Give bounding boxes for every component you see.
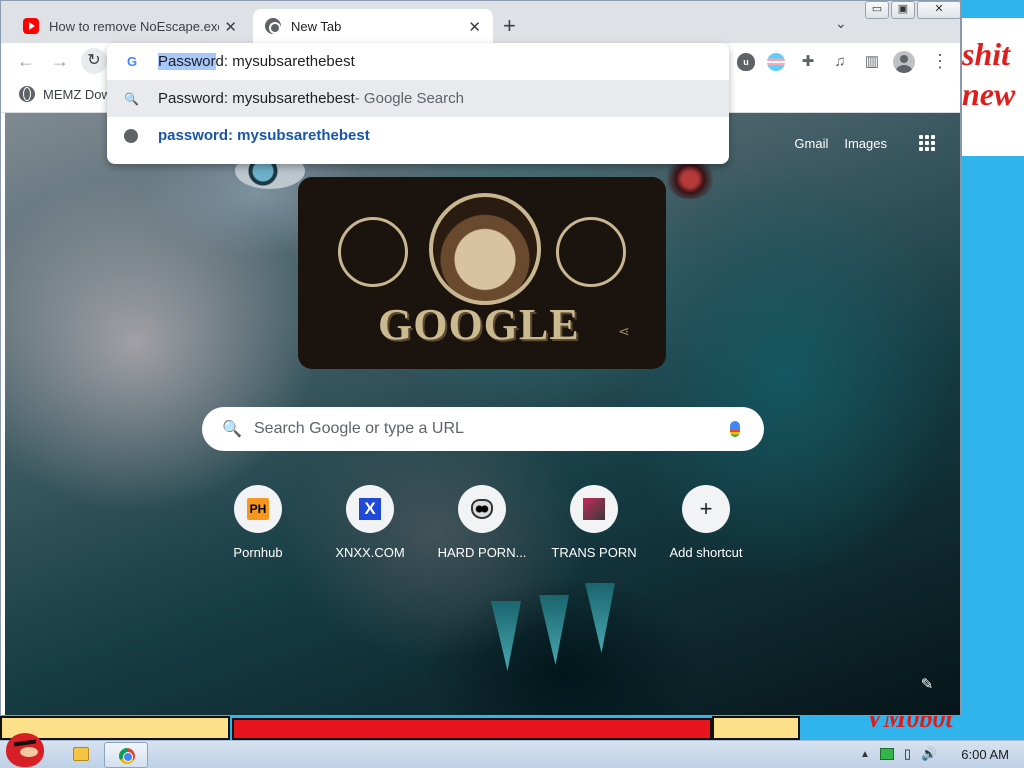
gmail-link[interactable]: Gmail: [794, 136, 828, 151]
chrome-icon: [119, 748, 135, 764]
apps-grid-icon[interactable]: [919, 135, 935, 151]
suggestion-url[interactable]: password: mysubsarethebest: [107, 117, 729, 154]
desktop-note-line-2: new: [962, 76, 1016, 112]
share-icon[interactable]: ⋖: [618, 323, 630, 340]
background-red-eye: [665, 159, 715, 199]
shortcut-pornhub[interactable]: PH Pornhub: [202, 485, 314, 560]
globe-icon: [19, 86, 35, 102]
search-icon: 🔍: [222, 421, 242, 438]
media-icon[interactable]: ♫: [831, 53, 849, 71]
puzzle-icon[interactable]: ✚: [799, 53, 817, 71]
folder-icon: [73, 747, 89, 761]
shortcut-label: XNXX.COM: [335, 545, 405, 560]
omnibox-dropdown: G Passwor d: mysubsarethebest 🔍 Password:…: [107, 43, 729, 164]
youtube-icon: [23, 18, 39, 34]
tab-title: New Tab: [291, 18, 342, 34]
shortcut-hard-porn[interactable]: HARD PORN...: [426, 485, 538, 560]
ublock-icon[interactable]: u: [737, 53, 755, 71]
shortcut-label: Pornhub: [233, 545, 283, 560]
shortcut-label: TRANS PORN: [551, 545, 637, 560]
google-doodle[interactable]: GOOGLE ⋖: [298, 177, 666, 369]
close-icon[interactable]: ✕: [224, 18, 237, 36]
tab-strip: How to remove NoEscape.exe ✕ New Tab ✕ +…: [1, 1, 960, 43]
taskbar: ▲ ▯ 🔊 6:00 AM: [0, 733, 1024, 768]
bookmark-item[interactable]: MEMZ Dow: [19, 86, 111, 102]
background-fang: [491, 601, 521, 671]
window-controls: ▭ ▣ ✕: [865, 1, 960, 19]
omnibox-text: d: mysubsarethebest: [215, 53, 355, 70]
search-placeholder: Search Google or type a URL: [254, 420, 464, 437]
side-panel-icon[interactable]: ▥: [863, 53, 881, 71]
google-g-icon: G: [126, 53, 138, 69]
doodle-portrait: [429, 193, 541, 305]
battery-icon[interactable]: [879, 748, 894, 760]
browser-window: How to remove NoEscape.exe ✕ New Tab ✕ +…: [0, 0, 961, 716]
ntp-search-box[interactable]: 🔍 Search Google or type a URL: [202, 407, 764, 451]
new-tab-button[interactable]: +: [503, 13, 516, 39]
shortcut-trans-porn[interactable]: TRANS PORN: [538, 485, 650, 560]
desktop-note: shit new: [962, 18, 1024, 156]
tab-new-tab[interactable]: New Tab ✕: [253, 9, 493, 43]
chrome-icon: [265, 18, 281, 34]
taskbar-explorer[interactable]: [60, 744, 100, 766]
menu-button[interactable]: ⋮: [931, 51, 949, 72]
desktop-block-right: [712, 716, 800, 740]
close-window-button[interactable]: ✕: [917, 1, 960, 19]
forward-button[interactable]: →: [51, 51, 69, 72]
chevron-up-icon[interactable]: ▲: [860, 749, 870, 760]
microphone-icon[interactable]: [730, 421, 740, 437]
tab-title: How to remove NoEscape.exe: [49, 18, 219, 34]
start-button[interactable]: [2, 729, 48, 768]
shortcut-add[interactable]: + Add shortcut: [650, 485, 762, 560]
pencil-icon[interactable]: ✎: [915, 673, 939, 697]
shortcut-xnxx[interactable]: X XNXX.COM: [314, 485, 426, 560]
images-link[interactable]: Images: [844, 136, 887, 151]
desktop-note-line-1: shit: [962, 36, 1011, 72]
xnxx-icon: X: [359, 498, 381, 520]
hard-porn-icon: [471, 499, 493, 519]
background-fang: [539, 595, 569, 665]
shortcuts: PH Pornhub X XNXX.COM HARD PORN... TRANS…: [202, 485, 762, 560]
minimize-button[interactable]: ▭: [865, 1, 889, 19]
globe-icon: [124, 128, 138, 143]
pornhub-icon: PH: [247, 498, 269, 520]
restore-button[interactable]: ▣: [891, 1, 915, 19]
shortcut-label: HARD PORN...: [437, 545, 527, 560]
tab-youtube[interactable]: How to remove NoEscape.exe ✕: [9, 9, 249, 43]
doodle-swirl: [338, 217, 408, 287]
avatar[interactable]: [893, 51, 915, 73]
plus-icon: +: [699, 496, 713, 521]
system-tray: ▲ ▯ 🔊 6:00 AM: [860, 746, 1009, 762]
suggestion-text: password: mysubsarethebest: [158, 127, 370, 144]
chevron-down-icon[interactable]: ⌄: [835, 15, 847, 32]
close-icon[interactable]: ✕: [468, 18, 481, 36]
top-links: Gmail Images: [794, 135, 935, 151]
trans-flag-icon[interactable]: [767, 53, 785, 71]
volume-icon[interactable]: 🔊: [921, 746, 937, 762]
suggestion-text: Password: mysubsarethebest: [158, 90, 355, 107]
taskbar-chrome[interactable]: [104, 742, 148, 768]
network-icon[interactable]: ▯: [904, 746, 911, 762]
shortcut-label: Add shortcut: [669, 545, 743, 560]
search-icon: 🔍: [124, 91, 139, 106]
omnibox-input[interactable]: G Passwor d: mysubsarethebest: [107, 43, 729, 80]
doodle-swirl: [556, 217, 626, 287]
desktop-block-red: [232, 718, 712, 740]
suggestion-suffix: - Google Search: [354, 90, 464, 107]
new-tab-page: Gmail Images GOOGLE ⋖ 🔍 Search Google or…: [5, 113, 960, 715]
omnibox-selected-text: Passwor: [158, 53, 216, 70]
trans-porn-icon: [583, 498, 605, 520]
reload-button[interactable]: ↻: [81, 48, 107, 74]
doodle-logo-text: GOOGLE: [378, 300, 580, 349]
suggestion-search[interactable]: 🔍 Password: mysubsarethebest - Google Se…: [107, 80, 729, 117]
background-fang: [585, 583, 615, 653]
bookmark-label: MEMZ Dow: [43, 86, 111, 102]
back-button[interactable]: ←: [17, 51, 35, 72]
clock[interactable]: 6:00 AM: [961, 747, 1009, 762]
angry-bird-icon: [6, 733, 44, 767]
